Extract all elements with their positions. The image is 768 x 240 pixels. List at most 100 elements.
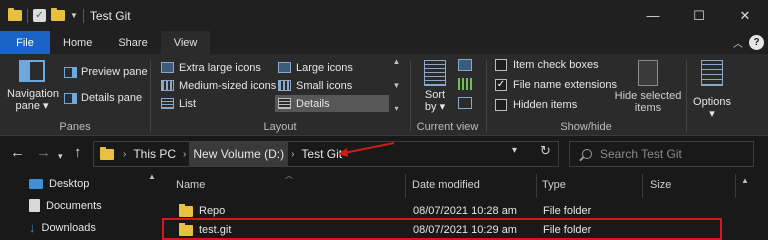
nav-item-label: Downloads <box>41 221 96 234</box>
tab-share[interactable]: Share <box>105 31 160 54</box>
nav-item-desktop[interactable]: Desktop <box>29 178 89 190</box>
breadcrumb-separator-icon[interactable]: › <box>120 149 129 160</box>
sort-by-button[interactable]: Sort by ▾ <box>420 60 450 113</box>
details-icon <box>278 98 291 109</box>
file-name: Repo <box>199 205 226 217</box>
file-name-extensions-checkbox[interactable]: ✓ <box>495 79 507 91</box>
downloads-icon: ↓ <box>29 220 36 235</box>
tab-file[interactable]: File <box>0 31 50 54</box>
divider[interactable] <box>735 174 736 198</box>
forward-arrow-icon[interactable]: → <box>36 145 51 161</box>
list-icon <box>161 98 174 109</box>
layout-gallery-scroll[interactable]: ▲ ▼ ▾ <box>390 57 403 113</box>
navigation-pane-icon <box>19 60 45 82</box>
size-columns-icon[interactable] <box>458 97 472 109</box>
divider[interactable] <box>642 174 643 198</box>
column-name[interactable]: Name <box>176 179 205 191</box>
navigation-pane-button[interactable]: Navigation pane ▾ <box>7 60 59 112</box>
close-button[interactable]: ✕ <box>722 0 768 31</box>
search-icon <box>582 149 592 159</box>
layout-small-icons[interactable]: Small icons <box>275 77 355 94</box>
more-icon[interactable]: ▾ <box>394 104 398 113</box>
folder-icon <box>179 204 193 217</box>
nav-item-downloads[interactable]: ↓ Downloads <box>29 220 96 235</box>
layout-large-icons[interactable]: Large icons <box>275 59 356 76</box>
hidden-items-checkbox[interactable] <box>495 99 507 111</box>
column-date-modified[interactable]: Date modified <box>412 179 480 191</box>
hide-selected-items-button[interactable]: Hide selected items <box>612 60 684 114</box>
up-arrow-icon[interactable]: ↑ <box>74 145 82 161</box>
back-arrow-icon[interactable]: ← <box>10 145 25 161</box>
breadcrumb-separator-icon[interactable]: › <box>180 149 189 160</box>
options-icon <box>701 60 723 86</box>
desktop-icon <box>29 179 43 189</box>
folder-icon <box>179 223 193 236</box>
column-type[interactable]: Type <box>542 179 566 191</box>
divider <box>27 8 28 23</box>
properties-icon[interactable]: ✓ <box>33 9 46 22</box>
nav-item-documents[interactable]: Documents <box>29 199 102 212</box>
preview-pane-icon <box>64 66 77 78</box>
options-label: Options <box>693 96 731 108</box>
sort-by-icon <box>424 60 446 86</box>
ribbon: Navigation pane ▾ Preview pane Details p… <box>0 54 768 136</box>
layout-item-label: Small icons <box>296 79 353 92</box>
tab-home[interactable]: Home <box>50 31 105 54</box>
layout-item-label: List <box>179 97 197 110</box>
maximize-button[interactable]: ☐ <box>676 0 722 31</box>
small-icons-icon <box>278 80 291 91</box>
tab-view[interactable]: View <box>160 31 211 54</box>
window-title: Test Git <box>89 8 131 23</box>
address-dropdown-icon[interactable]: ▾ <box>512 145 517 156</box>
breadcrumb-this-pc[interactable]: This PC <box>129 142 180 166</box>
hidden-items-option[interactable]: Hidden items <box>495 99 577 111</box>
address-bar[interactable]: › This PC › New Volume (D:) › Test Git <box>93 141 559 167</box>
layout-item-label: Large icons <box>296 61 353 74</box>
hidden-items-label: Hidden items <box>513 99 578 111</box>
search-box[interactable]: Search Test Git <box>569 141 754 167</box>
table-row[interactable]: test.git 08/07/2021 10:29 am File folder <box>161 220 721 240</box>
preview-pane-label: Preview pane <box>81 66 148 78</box>
recent-locations-icon[interactable]: ▾ <box>58 148 63 164</box>
layout-group-label: Layout <box>263 121 297 133</box>
group-by-icon[interactable] <box>458 59 472 71</box>
refresh-icon[interactable]: ↻ <box>540 143 551 159</box>
nav-item-label: Documents <box>46 199 102 212</box>
divider[interactable] <box>536 174 537 198</box>
column-size[interactable]: Size <box>650 179 671 191</box>
item-check-boxes-option[interactable]: Item check boxes <box>495 59 599 71</box>
options-button[interactable]: Options ▾ <box>690 60 734 120</box>
item-check-boxes-label: Item check boxes <box>513 59 599 71</box>
breadcrumb-separator-icon[interactable]: › <box>288 149 297 160</box>
location-folder-icon <box>100 146 114 160</box>
scroll-down-icon[interactable]: ▼ <box>393 81 401 90</box>
help-icon[interactable]: ? <box>749 35 764 50</box>
item-check-boxes-checkbox[interactable] <box>495 59 507 71</box>
nav-item-label: Desktop <box>49 178 90 190</box>
nav-scroll-up-icon[interactable]: ▲ <box>148 172 156 181</box>
minimize-button[interactable]: — <box>630 0 676 31</box>
breadcrumb-new-volume[interactable]: New Volume (D:) <box>189 142 289 166</box>
new-folder-icon[interactable] <box>51 8 65 21</box>
details-pane-icon <box>64 92 77 104</box>
annotation-arrow <box>338 142 395 157</box>
layout-medium-icons[interactable]: Medium-sized icons <box>158 77 279 94</box>
divider[interactable] <box>405 174 406 198</box>
sort-caret-icon: ︿ <box>285 171 293 180</box>
file-name-extensions-option[interactable]: ✓ File name extensions <box>495 79 617 91</box>
file-list-scroll-up-icon[interactable]: ▲ <box>741 176 749 185</box>
layout-details[interactable]: Details <box>275 95 389 112</box>
hide-selected-items-label: Hide selected items <box>614 90 682 114</box>
layout-item-label: Medium-sized icons <box>179 79 277 92</box>
collapse-ribbon-icon[interactable]: ︿ <box>733 35 743 50</box>
layout-list[interactable]: List <box>158 95 199 112</box>
customize-quick-access-icon[interactable]: ▼ <box>70 11 78 20</box>
preview-pane-button[interactable]: Preview pane <box>64 66 148 78</box>
add-columns-icon[interactable] <box>458 78 472 90</box>
layout-extra-large-icons[interactable]: Extra large icons <box>158 59 264 76</box>
table-row[interactable]: Repo 08/07/2021 10:28 am File folder <box>161 201 721 221</box>
current-view-group-label: Current view <box>416 121 479 133</box>
scroll-up-icon[interactable]: ▲ <box>393 57 401 66</box>
extra-large-icons-icon <box>161 62 174 73</box>
details-pane-button[interactable]: Details pane <box>64 92 142 104</box>
